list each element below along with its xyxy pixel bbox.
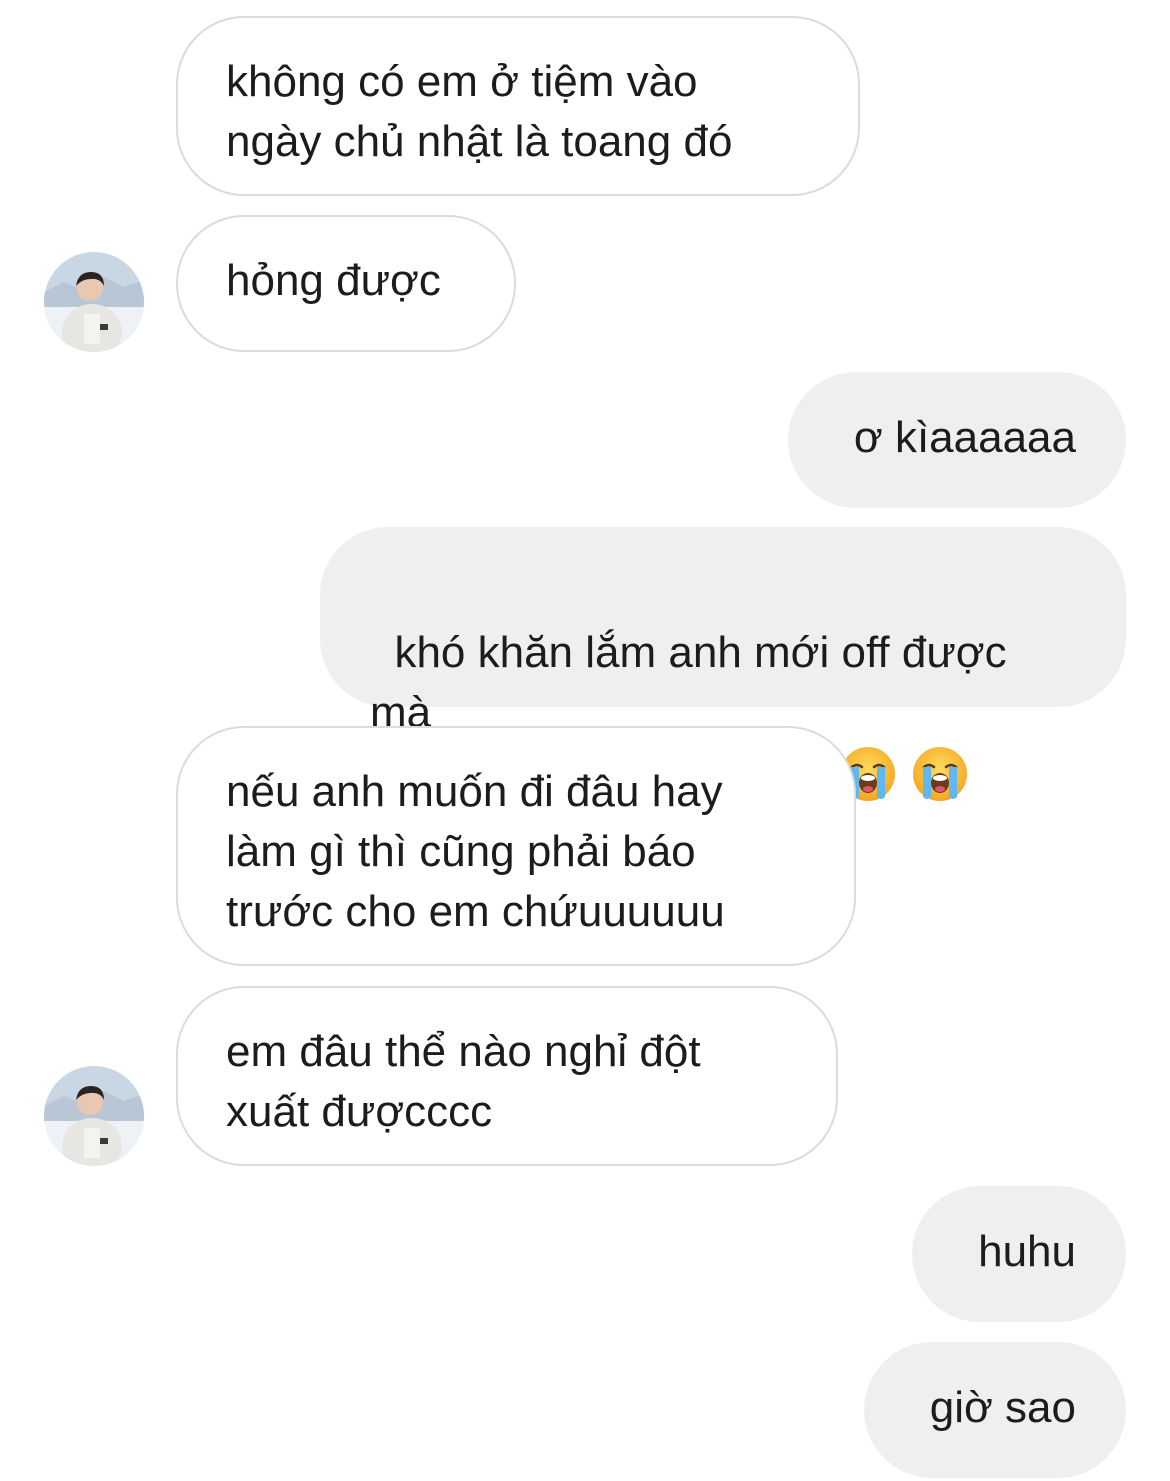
user-avatar[interactable] [44, 1066, 144, 1166]
message-bubble-outgoing[interactable]: ơ kìaaaaaa [788, 372, 1126, 508]
avatar-image [44, 252, 144, 352]
message-bubble-incoming[interactable]: không có em ở tiệm vào ngày chủ nhật là … [176, 16, 860, 196]
message-text: khó khăn lắm anh mới off được mà [370, 628, 1007, 737]
avatar-image [44, 1066, 144, 1166]
message-bubble-incoming[interactable]: nếu anh muốn đi đâu hay làm gì thì cũng … [176, 726, 856, 966]
message-bubble-incoming[interactable]: hỏng được [176, 215, 516, 352]
loudly-crying-face-emoji [912, 747, 967, 802]
message-bubble-incoming[interactable]: em đâu thể nào nghỉ đột xuất đượcccc [176, 986, 838, 1166]
message-bubble-outgoing[interactable]: giờ sao [864, 1342, 1126, 1478]
message-bubble-outgoing[interactable]: huhu [912, 1186, 1126, 1322]
user-avatar[interactable] [44, 252, 144, 352]
message-bubble-outgoing[interactable]: khó khăn lắm anh mới off được mà [320, 527, 1126, 802]
